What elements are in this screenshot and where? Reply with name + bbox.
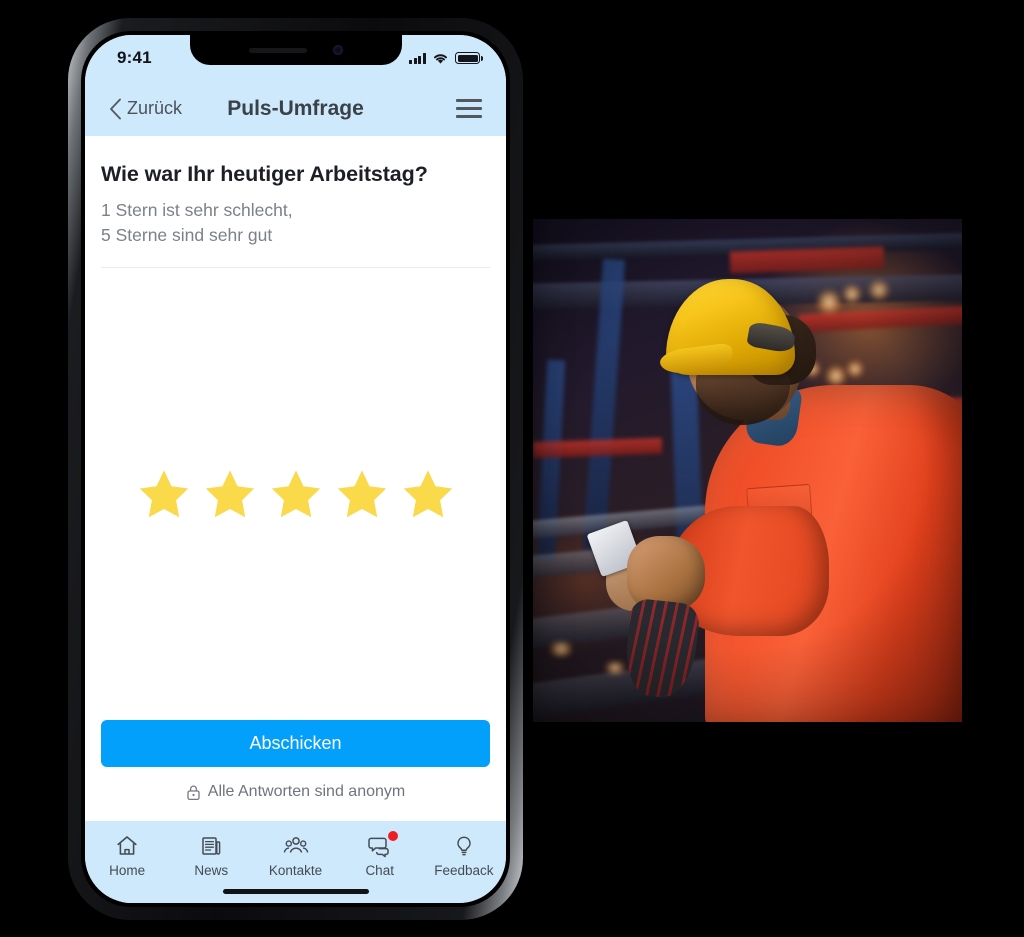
back-button[interactable]: Zurück — [109, 98, 182, 120]
photo-scene — [533, 219, 962, 722]
work-gloves — [622, 597, 701, 701]
star-icon-1[interactable] — [135, 465, 193, 523]
anonymous-note-text: Alle Antworten sind anonym — [207, 783, 406, 800]
star-icon-5[interactable] — [399, 465, 457, 523]
star-rating[interactable] — [101, 268, 490, 720]
survey-hint-line-2: 5 Sterne sind sehr gut — [101, 225, 273, 246]
screenshot-stage: 9:41 Zurück Puls-Umfrage Wie war Ihr heu… — [0, 0, 1024, 937]
lightbulb-icon — [452, 833, 476, 858]
tab-feedback[interactable]: Feedback — [422, 833, 506, 878]
wifi-icon — [433, 53, 448, 64]
tab-kontakte-label: Kontakte — [268, 863, 323, 878]
tab-news-label: News — [194, 863, 229, 878]
lock-icon — [187, 785, 200, 800]
earpiece-speaker — [248, 47, 307, 53]
phone-bezel: 9:41 Zurück Puls-Umfrage Wie war Ihr heu… — [81, 31, 510, 907]
home-indicator[interactable] — [222, 888, 369, 894]
star-icon-3[interactable] — [267, 465, 325, 523]
newspaper-icon — [199, 833, 223, 858]
worker-figure — [533, 219, 962, 722]
front-camera-icon — [332, 45, 343, 55]
back-button-label: Zurück — [127, 98, 183, 118]
battery-icon — [455, 52, 483, 64]
survey-content: Wie war Ihr heutiger Arbeitstag? 1 Stern… — [85, 136, 506, 821]
chevron-left-icon — [110, 98, 121, 119]
home-icon — [115, 833, 139, 858]
survey-hint: 1 Stern ist sehr schlecht, 5 Sterne sind… — [101, 198, 490, 248]
phone-device: 9:41 Zurück Puls-Umfrage Wie war Ihr heu… — [68, 18, 523, 920]
phone-notch — [189, 35, 402, 65]
submit-button[interactable]: Abschicken — [101, 720, 490, 767]
worker-photo — [533, 219, 962, 722]
phone-screen: 9:41 Zurück Puls-Umfrage Wie war Ihr heu… — [85, 35, 506, 903]
survey-hint-line-1: 1 Stern ist sehr schlecht, — [101, 200, 293, 220]
tab-feedback-label: Feedback — [434, 863, 494, 878]
tab-home[interactable]: Home — [85, 833, 169, 878]
nav-bar: Zurück Puls-Umfrage — [85, 81, 506, 136]
chat-unread-badge — [387, 831, 398, 841]
anonymous-note: Alle Antworten sind anonym — [101, 783, 490, 801]
people-icon — [283, 833, 309, 858]
star-icon-2[interactable] — [201, 465, 259, 523]
chat-bubbles-icon — [367, 831, 398, 858]
tab-news[interactable]: News — [169, 833, 253, 878]
tab-kontakte[interactable]: Kontakte — [253, 833, 337, 878]
status-icons — [409, 52, 483, 65]
worker-hand — [627, 535, 705, 612]
survey-question: Wie war Ihr heutiger Arbeitstag? — [101, 162, 428, 186]
cellular-signal-icon — [409, 52, 426, 64]
status-time: 9:41 — [117, 48, 152, 67]
tab-home-label: Home — [109, 863, 146, 878]
bottom-tab-bar: Home News Kontakte Chat Feedback — [85, 821, 506, 903]
star-icon-4[interactable] — [333, 465, 391, 523]
tab-chat-label: Chat — [365, 863, 394, 878]
hamburger-menu-icon[interactable] — [456, 99, 482, 118]
tab-chat[interactable]: Chat — [338, 831, 422, 878]
